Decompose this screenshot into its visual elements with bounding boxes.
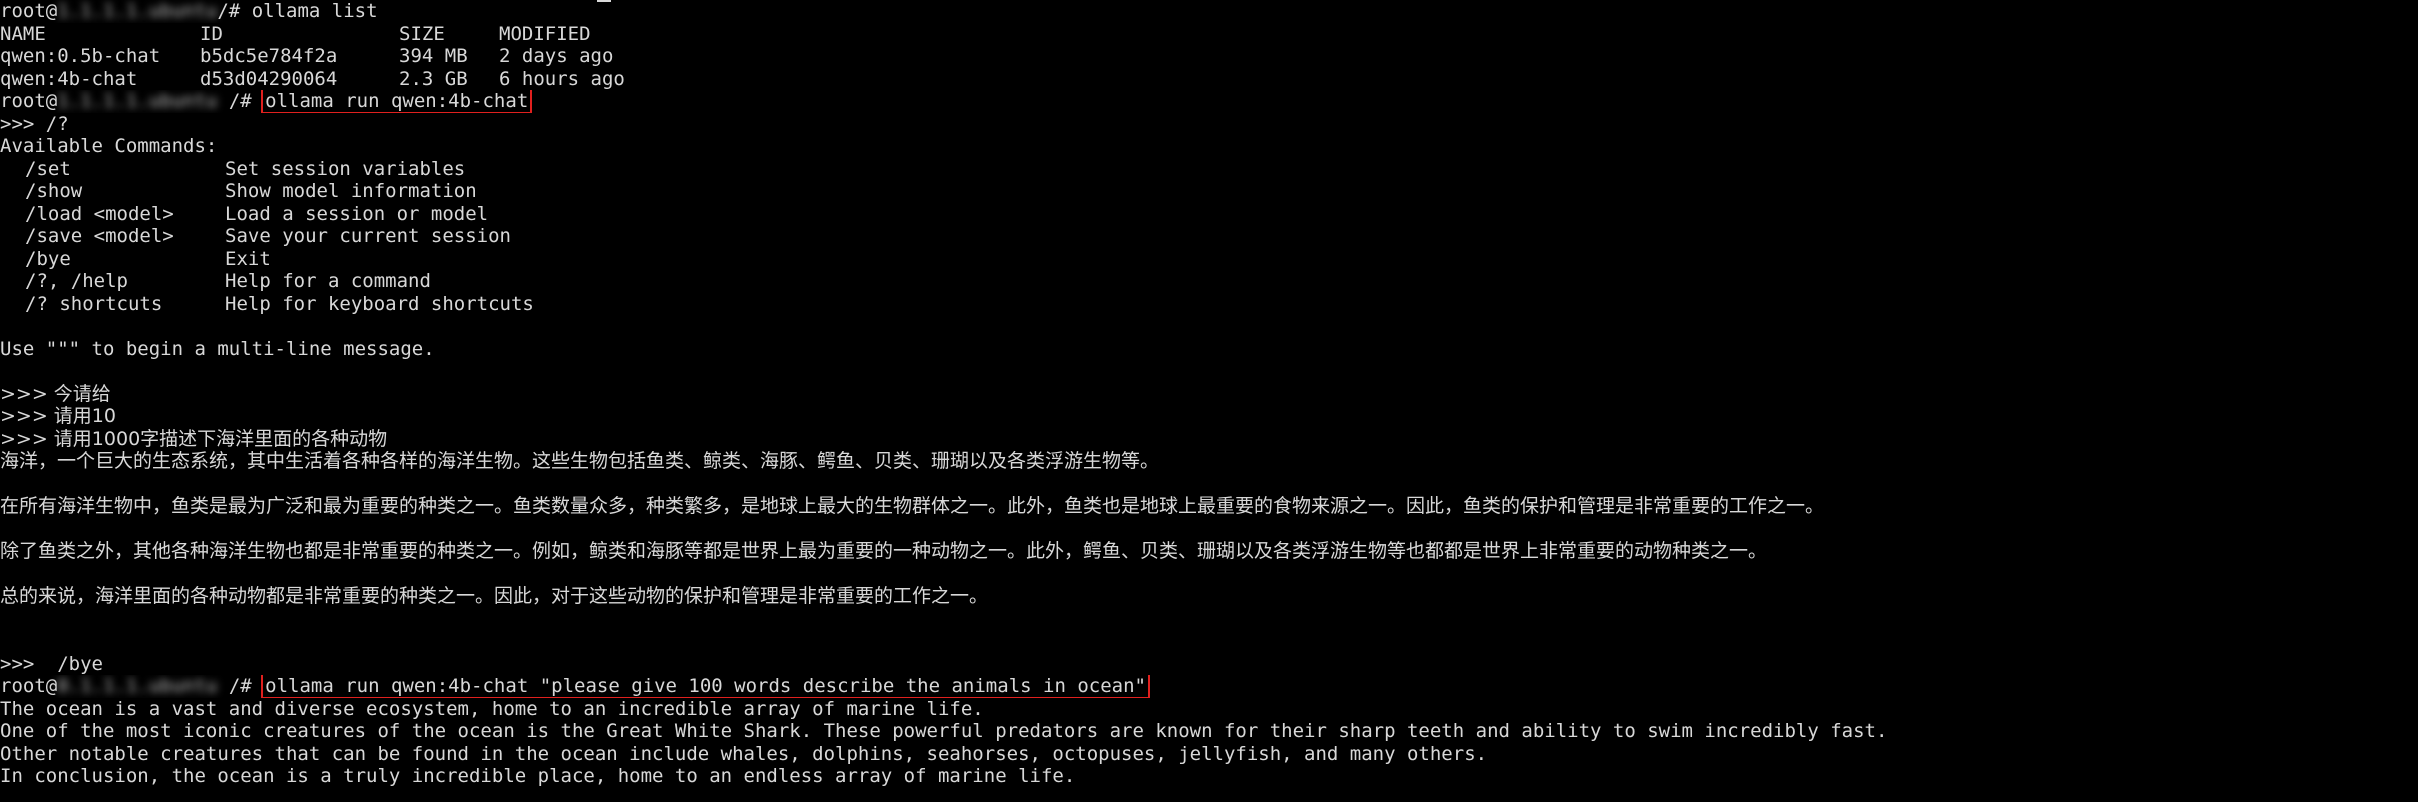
column-header-size: SIZE: [399, 22, 445, 45]
command-description: Help for a command: [225, 270, 431, 292]
prompt-suffix: /#: [228, 90, 252, 112]
model-list-header: NAME ID SIZE MODIFIED: [0, 23, 2418, 46]
column-header-modified: MODIFIED: [499, 22, 591, 45]
english-response-line: In conclusion, the ocean is a truly incr…: [0, 765, 1076, 787]
chat-response-paragraph: 在所有海洋生物中，鱼类是最为广泛和最为重要的种类之一。鱼类数量众多，种类繁多，是…: [0, 495, 1825, 517]
terminal-line-prompt-run: root@1.1.1.1.ubuntu /# ollama run qwen:4…: [0, 90, 2418, 113]
command-description: Show model information: [225, 180, 477, 202]
help-prompt-line: >>> /?: [0, 112, 69, 135]
prompt-user: root@: [0, 90, 58, 112]
prompt-suffix: /#: [228, 675, 252, 697]
command-name: /? shortcuts: [25, 292, 163, 315]
command-description: Exit: [225, 247, 271, 270]
command-name: /?, /help: [25, 270, 128, 292]
highlighted-prompt-command: ollama run qwen:4b-chat "please give 100…: [261, 675, 1150, 698]
command-help-row: /?, /help Help for a command: [0, 270, 2418, 293]
command-help-row: /set Set session variables: [0, 158, 2418, 181]
model-row: qwen:4b-chat d53d04290064 2.3 GB 6 hours ag…: [0, 68, 2418, 91]
redacted-hostname: 1.1.1.1.ubuntu: [57, 90, 218, 112]
redacted-hostname: 1.1.1.1.ubuntu: [57, 0, 218, 22]
highlighted-run-command: ollama run qwen:4b-chat: [261, 90, 533, 113]
command-help-row: /bye Exit: [0, 248, 2418, 271]
command-name: /show: [25, 180, 83, 202]
model-size: 2.3 GB: [399, 67, 468, 90]
model-name: qwen:4b-chat: [0, 67, 138, 90]
english-response-line: The ocean is a vast and diverse ecosyste…: [0, 697, 984, 720]
terminal-line-prompt-run-english: root@0.1.1.1.ubuntu /# ollama run qwen:4…: [0, 675, 2418, 698]
chat-input-line: >>> 请用10: [0, 405, 116, 427]
command-help-row: /? shortcuts Help for keyboard shortcuts: [0, 293, 2418, 316]
command-help-row: /show Show model information: [0, 180, 2418, 203]
model-modified: 2 days ago: [499, 45, 614, 67]
terminal-window[interactable]: root@1.1.1.1.ubuntu/# ollama list NAME ID…: [0, 0, 2418, 802]
command-help-row: /load <model> Load a session or model: [0, 203, 2418, 226]
model-name: qwen:0.5b-chat: [0, 45, 161, 67]
chat-response-paragraph: 总的来说，海洋里面的各种动物都是非常重要的种类之一。因此，对于这些动物的保护和管…: [0, 585, 989, 607]
command-description: Load a session or model: [225, 202, 489, 225]
command-description: Help for keyboard shortcuts: [225, 292, 534, 315]
model-size: 394 MB: [399, 45, 468, 67]
english-response-line: One of the most iconic creatures of the …: [0, 720, 1888, 742]
chat-response-paragraph: 海洋，一个巨大的生态系统，其中生活着各种各样的海洋生物。这些生物包括鱼类、鲸类、…: [0, 450, 1160, 472]
bye-command-line: >>> /bye: [0, 652, 103, 675]
command-description: Save your current session: [225, 225, 511, 247]
command-help-row: /save <model> Save your current session: [0, 225, 2418, 248]
chat-input-line: >>> 请用1000字描述下海洋里面的各种动物: [0, 427, 388, 450]
multiline-hint: Use """ to begin a multi-line message.: [0, 337, 435, 360]
model-modified: 6 hours ago: [499, 67, 625, 90]
redacted-hostname: 0.1.1.1.ubuntu: [57, 675, 218, 697]
command-description: Set session variables: [225, 157, 466, 180]
chat-response-paragraph: 除了鱼类之外，其他各种海洋生物也都是非常重要的种类之一。例如，鲸类和海豚等都是世…: [0, 540, 1768, 562]
model-id: b5dc5e784f2a: [200, 45, 338, 67]
chat-input-line: >>> 今请给: [0, 382, 111, 405]
available-commands-heading: Available Commands:: [0, 135, 218, 157]
command-name: /set: [25, 157, 71, 180]
model-row: qwen:0.5b-chat b5dc5e784f2a 394 MB 2 days a…: [0, 45, 2418, 68]
english-response-line: Other notable creatures that can be foun…: [0, 742, 1488, 765]
column-header-id: ID: [200, 22, 223, 45]
model-id: d53d04290064: [200, 67, 338, 90]
scroll-indicator: [597, 0, 611, 2]
prompt-suffix: /#: [217, 0, 241, 22]
terminal-line-prompt-list: root@1.1.1.1.ubuntu/# ollama list: [0, 0, 2418, 23]
prompt-user: root@: [0, 0, 58, 22]
command-name: /load <model>: [25, 202, 174, 225]
prompt-user: root@: [0, 675, 58, 697]
command-name: /bye: [25, 247, 71, 270]
command-text: ollama list: [251, 0, 378, 22]
column-header-name: NAME: [0, 22, 46, 45]
command-name: /save <model>: [25, 225, 174, 247]
